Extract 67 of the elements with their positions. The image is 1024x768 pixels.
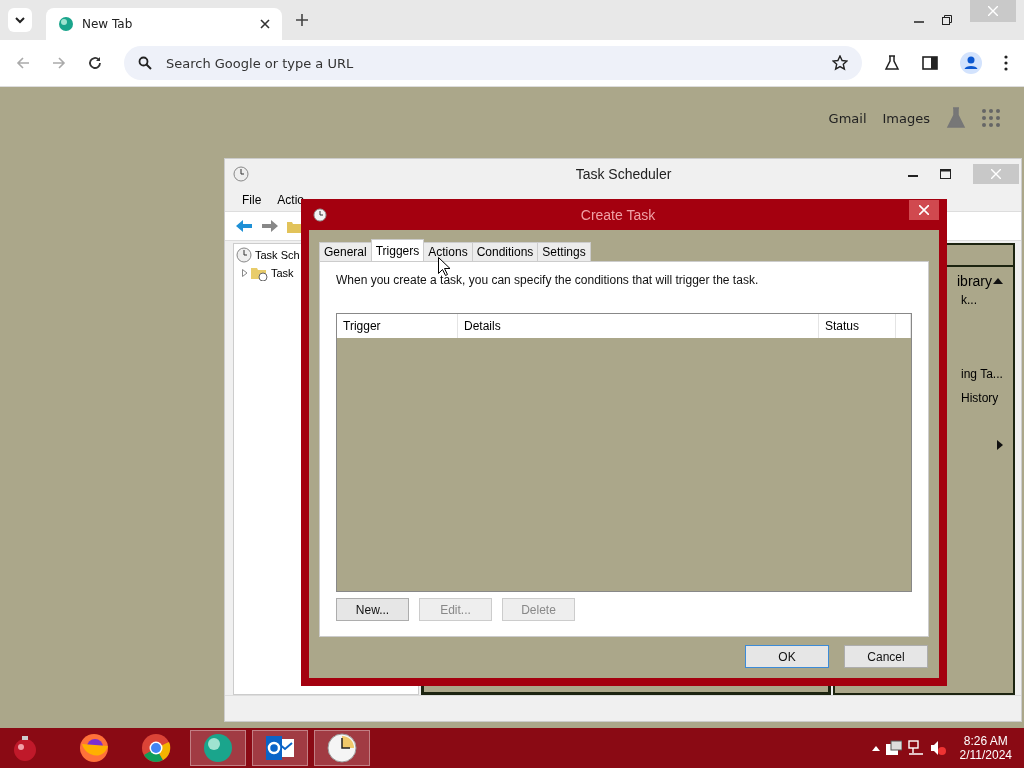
- taskbar-button[interactable]: [252, 730, 308, 766]
- notification-icon[interactable]: [885, 740, 902, 756]
- clock-icon: [326, 732, 358, 764]
- bookmark-star-icon[interactable]: [832, 55, 848, 71]
- flask-icon[interactable]: [884, 55, 900, 71]
- header-link[interactable]: Gmail: [828, 110, 867, 126]
- network-icon[interactable]: [907, 740, 924, 756]
- description-text: When you create a task, you can specify the conditions that will trigger the task.: [336, 273, 760, 287]
- show-hidden-icon[interactable]: [871, 745, 880, 751]
- globe-icon: [202, 732, 234, 764]
- collapse-arrow-icon[interactable]: [993, 278, 1003, 284]
- taskbar-button[interactable]: [314, 730, 370, 766]
- close-icon: [991, 169, 1001, 179]
- tab[interactable]: General: [319, 242, 372, 261]
- folder-clock-icon: [251, 265, 268, 281]
- clock-icon: [236, 247, 252, 263]
- clock-time[interactable]: 8:26 AM: [963, 734, 1008, 748]
- action-item[interactable]: ing Ta...: [961, 367, 1013, 381]
- address-bar[interactable]: Search Google or type a URL: [124, 46, 862, 80]
- column-header[interactable]: Trigger: [337, 314, 458, 338]
- tab-search-button[interactable]: [8, 8, 32, 32]
- mail-icon: [264, 733, 296, 763]
- clock-icon: [233, 166, 249, 182]
- tab-title: New Tab: [82, 17, 134, 31]
- globe-icon: [58, 16, 74, 32]
- new-tab-icon[interactable]: [296, 14, 308, 26]
- taskbar-button[interactable]: [190, 730, 246, 766]
- tree-item[interactable]: Task Sch: [255, 249, 300, 261]
- restore-icon[interactable]: [942, 15, 952, 25]
- tab[interactable]: Conditions: [471, 242, 539, 261]
- list-button[interactable]: New...: [336, 598, 409, 621]
- menu-icon[interactable]: [1004, 55, 1008, 71]
- header-link[interactable]: Images: [882, 110, 930, 126]
- expand-arrow-icon[interactable]: [997, 440, 1003, 450]
- column-header[interactable]: Details: [458, 314, 819, 338]
- dialog-title: Create Task: [579, 206, 657, 223]
- clock-icon: [313, 207, 327, 222]
- column-header[interactable]: Status: [819, 314, 896, 338]
- close-button[interactable]: [909, 199, 939, 220]
- tab[interactable]: Settings: [537, 242, 591, 261]
- tree-item[interactable]: Task: [271, 267, 294, 279]
- action-item[interactable]: k...: [961, 293, 1013, 307]
- profile-icon[interactable]: [960, 52, 982, 74]
- dialog-button[interactable]: OK: [745, 645, 829, 668]
- tab[interactable]: Triggers: [370, 239, 425, 261]
- muted-speaker-icon[interactable]: [929, 740, 946, 756]
- clock-date[interactable]: 2/11/2024: [959, 748, 1012, 762]
- tab[interactable]: Actions: [423, 242, 473, 261]
- close-icon: [988, 6, 998, 16]
- menu-item[interactable]: File: [242, 193, 262, 207]
- expand-arrow-icon[interactable]: [242, 269, 248, 277]
- browser-wheel-icon: [141, 733, 171, 763]
- window-title: Task Scheduler: [574, 166, 673, 182]
- fox-globe-icon: [78, 732, 110, 764]
- forward-arrow-icon[interactable]: [261, 219, 279, 233]
- pane-heading: ibrary: [957, 273, 992, 289]
- chevron-down-icon: [14, 16, 26, 24]
- close-icon[interactable]: [260, 19, 270, 29]
- reload-icon[interactable]: [88, 56, 102, 70]
- action-item[interactable]: History: [961, 391, 1013, 405]
- back-arrow-icon[interactable]: [235, 219, 253, 233]
- browser-tab[interactable]: New Tab: [46, 8, 282, 40]
- side-panel-icon[interactable]: [922, 55, 938, 71]
- close-icon: [919, 204, 929, 215]
- maximize-icon[interactable]: [940, 169, 951, 179]
- search-icon: [138, 56, 152, 70]
- dialog-button[interactable]: Cancel: [844, 645, 928, 668]
